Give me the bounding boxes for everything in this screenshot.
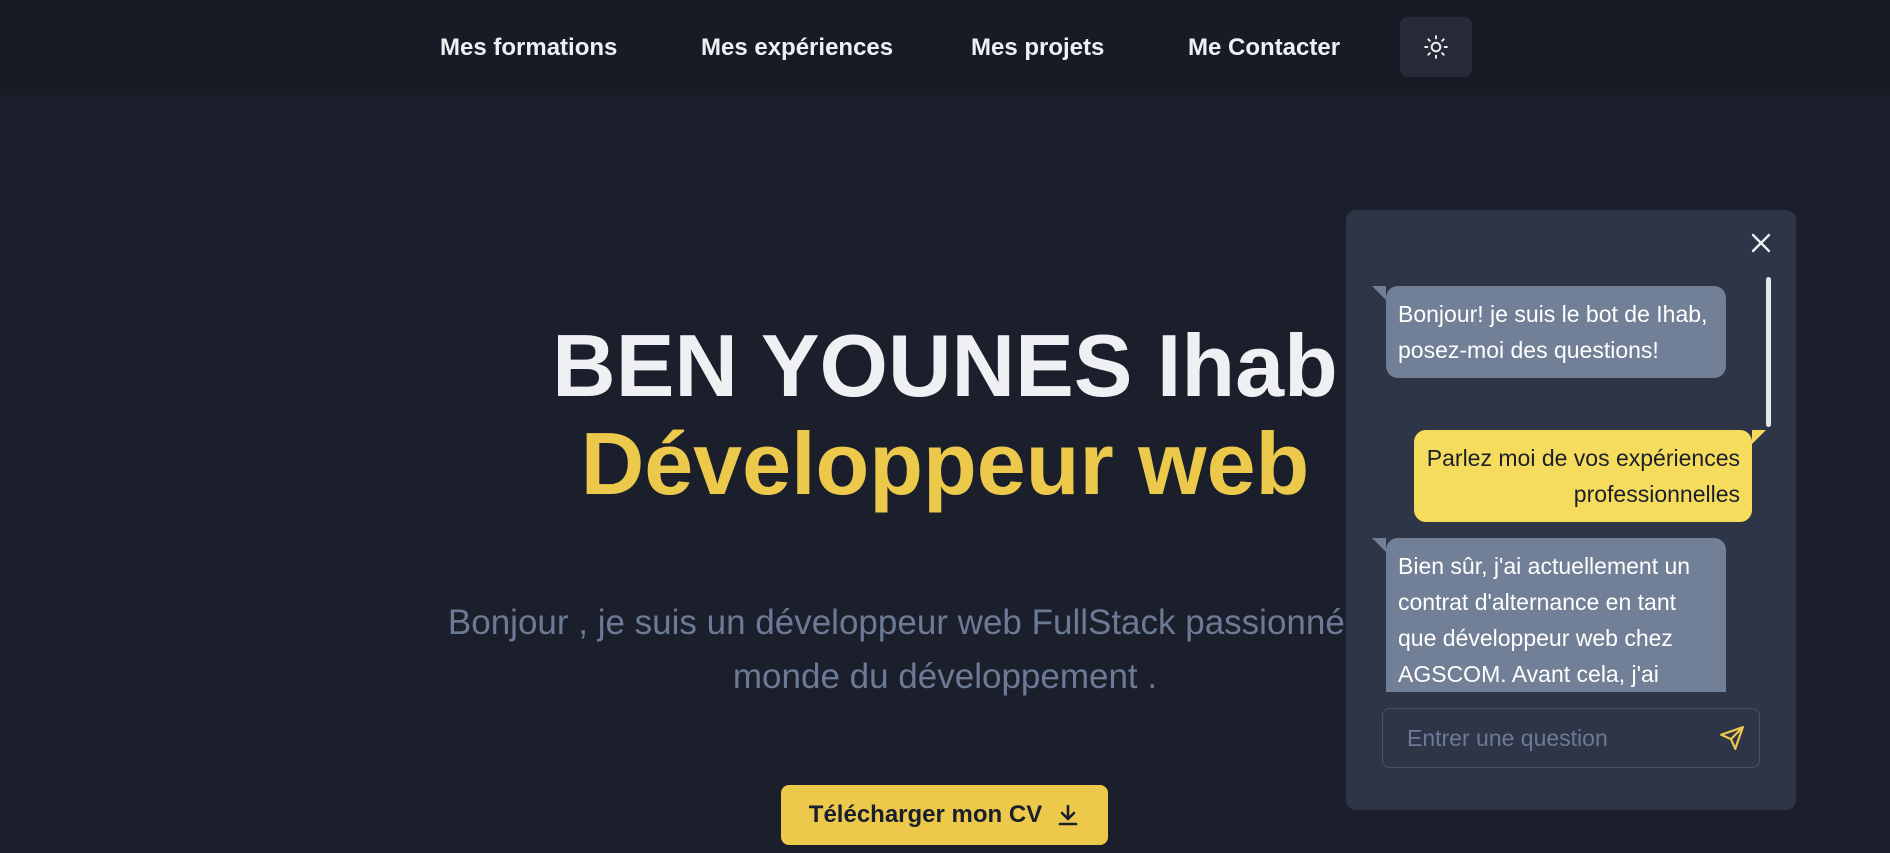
nav-link-formations[interactable]: Mes formations [440,32,617,64]
nav-link-experiences[interactable]: Mes expériences [701,32,893,64]
top-navbar: Mes formations Mes expériences Mes proje… [0,0,1890,95]
chat-close-button[interactable] [1744,226,1778,260]
chatbot-panel: Bonjour! je suis le bot de Ihab, posez-m… [1346,210,1796,810]
chat-send-button[interactable] [1705,709,1759,767]
chat-message-user: Parlez moi de vos expériences profession… [1414,430,1766,522]
send-icon [1720,726,1744,750]
download-cv-label: Télécharger mon CV [808,801,1043,828]
theme-toggle-button[interactable] [1400,17,1472,77]
chat-question-input[interactable] [1383,709,1705,767]
chat-message-bot: Bonjour! je suis le bot de Ihab, posez-m… [1372,286,1726,378]
nav-link-projets[interactable]: Mes projets [971,32,1104,64]
close-icon [1751,233,1771,253]
chat-scrollbar[interactable] [1766,277,1771,427]
chat-message-bot: Bien sûr, j'ai actuellement un contrat d… [1372,538,1726,692]
chat-message-list[interactable]: Bonjour! je suis le bot de Ihab, posez-m… [1346,276,1796,692]
download-icon [1058,804,1078,826]
hero-description: Bonjour , je suis un développeur web Ful… [447,603,1443,696]
nav-link-contact[interactable]: Me Contacter [1188,32,1340,64]
download-cv-button[interactable]: Télécharger mon CV [781,785,1108,845]
sun-icon [1424,35,1448,59]
chat-input-container [1382,708,1760,768]
